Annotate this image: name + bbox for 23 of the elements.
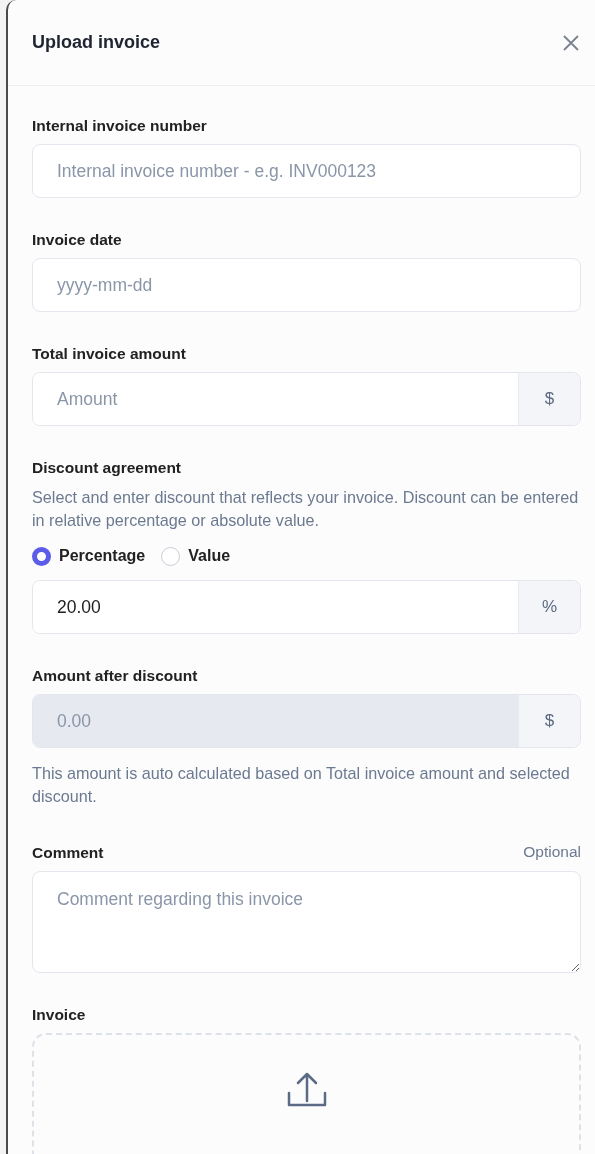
amount-field[interactable]: Amount $ xyxy=(32,372,581,426)
text-field[interactable]: yyyy-mm-dd xyxy=(32,258,581,312)
field-label: Internal invoice number xyxy=(32,116,207,136)
field-label: Amount after discount xyxy=(32,666,198,686)
close-icon xyxy=(561,32,581,53)
close-button[interactable] xyxy=(561,32,581,53)
field-label: Comment xyxy=(32,843,104,864)
optional-note: Optional xyxy=(523,842,581,862)
comment-field[interactable]: Comment regarding this invoice xyxy=(32,871,581,974)
unit-addon: $ xyxy=(518,695,580,747)
unit-addon: % xyxy=(518,581,580,633)
field-label: Invoice xyxy=(32,1005,86,1026)
field-label: Discount agreement xyxy=(32,458,181,478)
unit-addon: $ xyxy=(518,373,580,425)
dialog-title: Upload invoice xyxy=(32,31,161,54)
text-field[interactable]: Internal invoice number - e.g. INV000123 xyxy=(32,144,581,198)
radio-option[interactable]: Percentage xyxy=(32,544,146,568)
field-label: Invoice date xyxy=(32,230,122,250)
radio-option[interactable]: Value xyxy=(161,544,231,568)
help-text: This amount is auto calculated based on Total invoice amount and selected discount. xyxy=(32,763,571,807)
description-text: Select and enter discount that reflects your invoice. Discount can be entered in relative percentage or absolute value. xyxy=(32,487,580,531)
discount-field[interactable]: 20.00 % xyxy=(32,580,581,634)
field-label: Total invoice amount xyxy=(32,344,186,364)
